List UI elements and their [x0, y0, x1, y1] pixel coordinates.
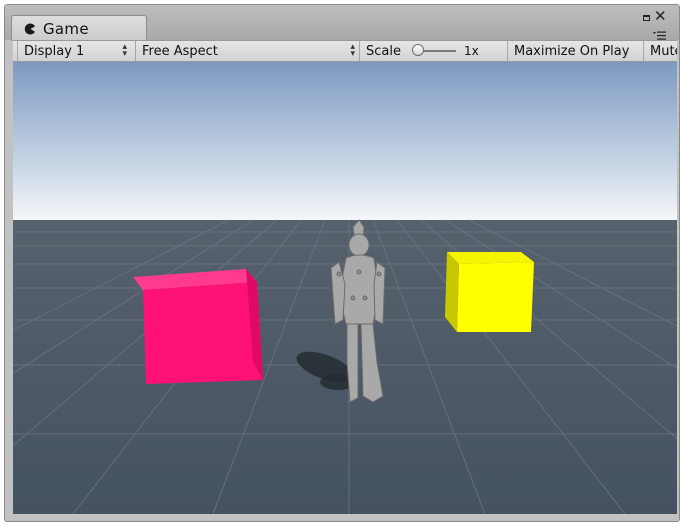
aspect-dropdown[interactable]: Free Aspect ▴ ▾: [135, 41, 359, 61]
scale-slider-thumb[interactable]: [412, 44, 424, 56]
pacman-icon: [22, 21, 38, 37]
scale-label: Scale: [366, 43, 401, 59]
mute-audio-toggle[interactable]: Mute: [643, 41, 677, 61]
window-controls: ✕: [641, 9, 671, 40]
maximize-on-play-toggle[interactable]: Maximize On Play: [507, 41, 643, 61]
tab-game[interactable]: Game: [11, 15, 147, 41]
display-dropdown[interactable]: Display 1 ▴ ▾: [17, 41, 131, 61]
aspect-label: Free Aspect: [142, 43, 218, 59]
pink-cube: [133, 269, 263, 384]
sky: [13, 62, 677, 220]
dropdown-arrows-icon: ▴ ▾: [122, 42, 127, 59]
game-viewport[interactable]: [13, 62, 677, 514]
scale-control: Scale 1x: [359, 41, 507, 61]
tab-label: Game: [43, 19, 89, 38]
display-label: Display 1: [24, 43, 85, 59]
scene-render: [13, 62, 677, 514]
game-toolbar: Display 1 ▴ ▾ Free Aspect ▴ ▾ Scale 1x Max…: [13, 40, 677, 62]
dropdown-arrows-icon: ▴ ▾: [350, 42, 355, 59]
game-window: Game ✕ Display 1 ▴ ▾ Free Aspect ▴ ▾ Sca…: [4, 4, 680, 522]
mute-label: Mute: [650, 43, 677, 59]
tab-bar: Game ✕: [5, 5, 679, 41]
scale-value: 1x: [464, 44, 479, 58]
close-icon[interactable]: ✕: [654, 9, 667, 24]
yellow-cube: [445, 252, 534, 332]
maximize-icon[interactable]: [643, 15, 650, 21]
maximize-on-play-label: Maximize On Play: [514, 43, 630, 59]
menu-icon[interactable]: [653, 26, 667, 40]
